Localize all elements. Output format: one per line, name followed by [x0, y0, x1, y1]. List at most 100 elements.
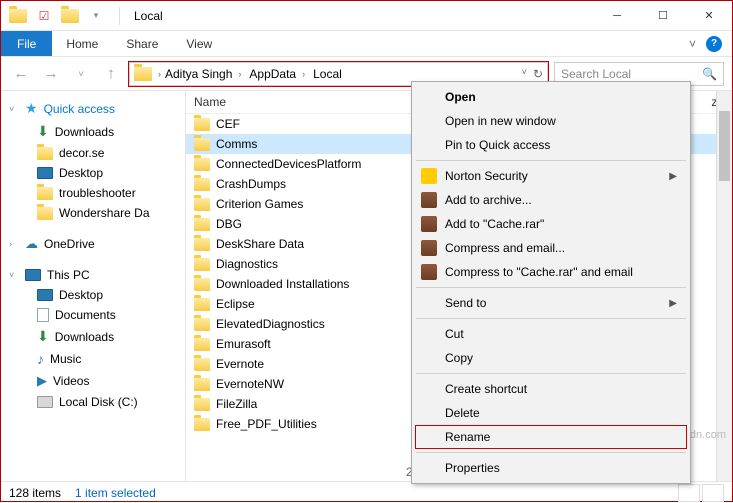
menu-add-to-cache-rar[interactable]: Add to "Cache.rar"	[415, 212, 687, 236]
forward-button[interactable]: →	[39, 62, 63, 86]
folder-icon	[194, 238, 210, 251]
sidebar-onedrive[interactable]: ›☁OneDrive	[1, 233, 185, 255]
up-button[interactable]: ↑	[99, 62, 123, 86]
sidebar-item-local-disk[interactable]: Local Disk (C:)	[1, 392, 185, 412]
folder-icon	[37, 207, 53, 220]
desktop-icon	[37, 289, 53, 301]
file-name: Comms	[216, 137, 257, 151]
refresh-icon[interactable]: ↻	[533, 67, 543, 81]
menu-properties[interactable]: Properties	[415, 456, 687, 480]
download-icon: ⬇	[37, 328, 49, 345]
folder-icon	[194, 178, 210, 191]
folder-icon	[194, 318, 210, 331]
sidebar-this-pc[interactable]: ˅This PC	[1, 265, 185, 285]
context-menu: Open Open in new window Pin to Quick acc…	[411, 81, 691, 484]
chevron-right-icon: ▶	[669, 171, 677, 182]
back-button[interactable]: ←	[9, 62, 33, 86]
breadcrumb: Local	[309, 65, 346, 83]
address-dropdown-icon[interactable]: ˅	[522, 67, 527, 81]
qat-properties-icon[interactable]: ☑	[33, 5, 55, 27]
ribbon-expand-icon[interactable]: ˅	[689, 37, 696, 51]
archive-icon	[421, 264, 437, 280]
status-bar: 128 items 1 item selected	[1, 481, 732, 503]
menu-rename[interactable]: Rename	[415, 425, 687, 449]
folder-icon	[194, 418, 210, 431]
menu-copy[interactable]: Copy	[415, 346, 687, 370]
menu-delete[interactable]: Delete	[415, 401, 687, 425]
menu-pin-quick-access[interactable]: Pin to Quick access	[415, 133, 687, 157]
tab-home[interactable]: Home	[52, 33, 112, 55]
minimize-button[interactable]: ─	[594, 1, 640, 31]
sidebar-item-downloads[interactable]: ⬇Downloads	[1, 120, 185, 143]
file-name: EvernoteNW	[216, 377, 284, 391]
folder-icon	[194, 278, 210, 291]
menu-add-to-archive[interactable]: Add to archive...	[415, 188, 687, 212]
vertical-scrollbar[interactable]	[716, 91, 732, 481]
search-icon: 🔍	[702, 67, 717, 81]
sidebar-item-troubleshooter[interactable]: troubleshooter	[1, 183, 185, 203]
norton-icon	[421, 168, 437, 184]
file-name: Downloaded Installations	[216, 277, 349, 291]
qat-dropdown-icon[interactable]: ▾	[85, 5, 107, 27]
address-folder-icon	[134, 67, 152, 81]
folder-icon	[194, 338, 210, 351]
sidebar-item-decor[interactable]: decor.se	[1, 143, 185, 163]
close-button[interactable]: ✕	[686, 1, 732, 31]
folder-icon	[194, 138, 210, 151]
help-icon[interactable]: ?	[706, 36, 722, 52]
menu-norton-security[interactable]: Norton Security▶	[415, 164, 687, 188]
menu-open-new-window[interactable]: Open in new window	[415, 109, 687, 133]
menu-compress-email[interactable]: Compress and email...	[415, 236, 687, 260]
tab-view[interactable]: View	[172, 33, 226, 55]
archive-icon	[421, 240, 437, 256]
search-placeholder: Search Local	[561, 67, 631, 81]
sidebar-item-downloads[interactable]: ⬇Downloads	[1, 325, 185, 348]
desktop-icon	[37, 167, 53, 179]
sidebar-item-videos[interactable]: ▶Videos	[1, 370, 185, 392]
recent-dropdown-icon[interactable]: ˅	[69, 62, 93, 86]
sidebar-item-desktop[interactable]: Desktop	[1, 163, 185, 183]
file-name: Evernote	[216, 357, 264, 371]
scrollbar-thumb[interactable]	[719, 111, 730, 181]
folder-icon	[194, 398, 210, 411]
folder-icon	[194, 218, 210, 231]
menu-compress-cache-email[interactable]: Compress to "Cache.rar" and email	[415, 260, 687, 284]
menu-send-to[interactable]: Send to▶	[415, 291, 687, 315]
folder-icon	[194, 118, 210, 131]
pc-icon	[25, 269, 41, 281]
menu-open[interactable]: Open	[415, 85, 687, 109]
document-icon	[37, 308, 49, 322]
folder-icon	[7, 5, 29, 27]
view-details-button[interactable]	[678, 484, 700, 502]
file-name: Free_PDF_Utilities	[216, 417, 317, 431]
file-tab[interactable]: File	[1, 31, 52, 56]
sidebar-quick-access[interactable]: ˅★Quick access	[1, 97, 185, 120]
sidebar-item-wondershare[interactable]: Wondershare Da	[1, 203, 185, 223]
status-selected: 1 item selected	[75, 486, 156, 500]
folder-icon	[194, 258, 210, 271]
file-name: Criterion Games	[216, 197, 303, 211]
menu-create-shortcut[interactable]: Create shortcut	[415, 377, 687, 401]
file-name: Diagnostics	[216, 257, 278, 271]
breadcrumb: AppData›	[245, 65, 309, 83]
menu-cut[interactable]: Cut	[415, 322, 687, 346]
sidebar-item-documents[interactable]: Documents	[1, 305, 185, 325]
folder-icon	[194, 378, 210, 391]
file-name: CEF	[216, 117, 240, 131]
sidebar-item-music[interactable]: ♪Music	[1, 348, 185, 370]
tab-share[interactable]: Share	[112, 33, 172, 55]
file-name: DBG	[216, 217, 242, 231]
folder-icon	[37, 187, 53, 200]
folder-icon	[37, 147, 53, 160]
maximize-button[interactable]: ☐	[640, 1, 686, 31]
download-icon: ⬇	[37, 123, 49, 140]
folder-icon	[194, 298, 210, 311]
file-name: Emurasoft	[216, 337, 271, 351]
folder-icon	[194, 158, 210, 171]
sidebar-item-desktop[interactable]: Desktop	[1, 285, 185, 305]
view-large-button[interactable]	[702, 484, 724, 502]
file-name: DeskShare Data	[216, 237, 304, 251]
file-name: ConnectedDevicesPlatform	[216, 157, 361, 171]
file-name: FileZilla	[216, 397, 257, 411]
qat-new-folder-icon[interactable]	[59, 5, 81, 27]
